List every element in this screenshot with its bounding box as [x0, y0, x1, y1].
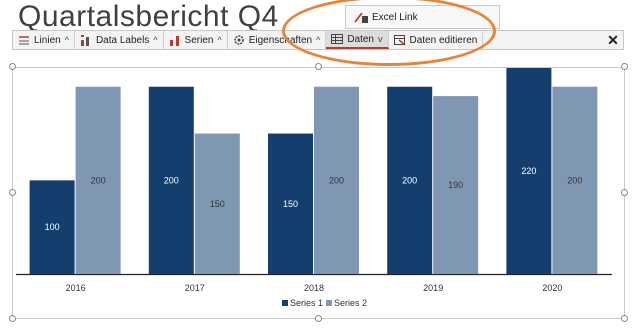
data-label: 200: [329, 175, 344, 185]
data-label: 200: [91, 175, 106, 185]
data-label: 200: [567, 175, 582, 185]
data-label: 150: [210, 199, 225, 209]
data-label: 150: [283, 199, 298, 209]
data-label: 190: [448, 180, 463, 190]
x-tick-label: 2020: [542, 283, 562, 293]
data-label: 200: [164, 175, 179, 185]
data-label: 100: [45, 222, 60, 232]
legend-swatch: [282, 300, 288, 306]
x-tick-label: 2017: [185, 283, 205, 293]
data-label: 200: [402, 175, 417, 185]
legend-swatch: [326, 300, 332, 306]
legend-label: Series 2: [334, 298, 367, 308]
legend-label: Series 1: [290, 298, 323, 308]
data-label: 220: [521, 166, 536, 176]
x-tick-label: 2019: [423, 283, 443, 293]
x-tick-label: 2018: [304, 283, 324, 293]
bar-chart: 100 200 2016 200 150 2017 150 200 2018 200 190 2019…: [16, 68, 612, 308]
x-tick-label: 2016: [66, 283, 86, 293]
